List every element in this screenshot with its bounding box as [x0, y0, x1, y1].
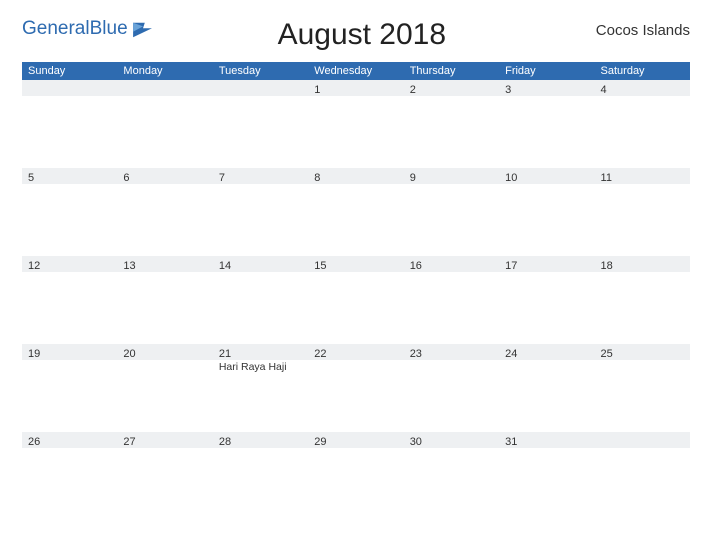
day-cell: 7 [213, 168, 308, 256]
date-number: 24 [505, 347, 588, 360]
day-cell: 10 [499, 168, 594, 256]
date-number: 9 [410, 171, 493, 184]
day-cell: 6 [117, 168, 212, 256]
week-row: 19 20 21Hari Raya Haji 22 23 24 25 [22, 344, 690, 432]
day-cell: 21Hari Raya Haji [213, 344, 308, 432]
day-cell [595, 432, 690, 520]
date-number: 17 [505, 259, 588, 272]
week-row: 26 27 28 29 30 31 [22, 432, 690, 520]
day-cell: 1 [308, 80, 403, 168]
week-row: 5 6 7 8 9 10 11 [22, 168, 690, 256]
date-number [601, 435, 684, 436]
day-cell: 2 [404, 80, 499, 168]
date-number: 29 [314, 435, 397, 448]
day-cell: 23 [404, 344, 499, 432]
day-cell: 3 [499, 80, 594, 168]
dow-sunday: Sunday [22, 62, 117, 80]
date-number: 25 [601, 347, 684, 360]
brand-word-general: General [22, 18, 90, 39]
date-number: 23 [410, 347, 493, 360]
date-number: 4 [601, 83, 684, 96]
dow-wednesday: Wednesday [308, 62, 403, 80]
date-number: 16 [410, 259, 493, 272]
day-cell: 24 [499, 344, 594, 432]
dow-header-row: Sunday Monday Tuesday Wednesday Thursday… [22, 62, 690, 80]
day-cell: 12 [22, 256, 117, 344]
dow-saturday: Saturday [595, 62, 690, 80]
day-cell: 20 [117, 344, 212, 432]
date-number: 31 [505, 435, 588, 448]
day-cell [22, 80, 117, 168]
day-cell: 15 [308, 256, 403, 344]
calendar-grid: Sunday Monday Tuesday Wednesday Thursday… [22, 62, 690, 520]
day-cell [117, 80, 212, 168]
day-cell: 9 [404, 168, 499, 256]
date-number: 30 [410, 435, 493, 448]
date-number: 14 [219, 259, 302, 272]
day-cell: 31 [499, 432, 594, 520]
date-number: 28 [219, 435, 302, 448]
date-number: 20 [123, 347, 206, 360]
dow-monday: Monday [117, 62, 212, 80]
day-cell: 26 [22, 432, 117, 520]
date-number: 22 [314, 347, 397, 360]
brand-text: GeneralBlue [22, 18, 128, 40]
day-cell: 25 [595, 344, 690, 432]
date-number: 15 [314, 259, 397, 272]
week-row: 12 13 14 15 16 17 18 [22, 256, 690, 344]
day-cell: 16 [404, 256, 499, 344]
date-number [219, 83, 302, 84]
date-number: 21 [219, 347, 302, 360]
day-cell: 13 [117, 256, 212, 344]
date-number: 5 [28, 171, 111, 184]
date-number: 1 [314, 83, 397, 96]
day-cell: 30 [404, 432, 499, 520]
date-number: 6 [123, 171, 206, 184]
date-number: 8 [314, 171, 397, 184]
date-number [123, 83, 206, 84]
date-number: 10 [505, 171, 588, 184]
flag-icon [132, 21, 154, 39]
date-number: 3 [505, 83, 588, 96]
date-number: 18 [601, 259, 684, 272]
day-cell: 5 [22, 168, 117, 256]
date-number: 11 [601, 171, 684, 184]
day-cell: 27 [117, 432, 212, 520]
date-number: 2 [410, 83, 493, 96]
calendar-title: August 2018 [154, 18, 570, 52]
date-number: 7 [219, 171, 302, 184]
event-label: Hari Raya Haji [219, 361, 302, 373]
day-cell: 28 [213, 432, 308, 520]
date-number: 12 [28, 259, 111, 272]
week-row: 1 2 3 4 [22, 80, 690, 168]
date-number: 19 [28, 347, 111, 360]
day-cell: 22 [308, 344, 403, 432]
day-cell: 19 [22, 344, 117, 432]
day-cell: 14 [213, 256, 308, 344]
dow-thursday: Thursday [404, 62, 499, 80]
day-cell: 18 [595, 256, 690, 344]
day-cell: 29 [308, 432, 403, 520]
dow-tuesday: Tuesday [213, 62, 308, 80]
date-number: 13 [123, 259, 206, 272]
date-number: 26 [28, 435, 111, 448]
brand-word-blue: Blue [90, 18, 128, 39]
date-number [28, 83, 111, 84]
region-label: Cocos Islands [570, 18, 690, 39]
day-cell: 4 [595, 80, 690, 168]
brand-logo: GeneralBlue [22, 18, 154, 40]
day-cell: 17 [499, 256, 594, 344]
date-number: 27 [123, 435, 206, 448]
day-cell [213, 80, 308, 168]
dow-friday: Friday [499, 62, 594, 80]
day-cell: 8 [308, 168, 403, 256]
header: GeneralBlue August 2018 Cocos Islands [22, 18, 690, 52]
day-cell: 11 [595, 168, 690, 256]
